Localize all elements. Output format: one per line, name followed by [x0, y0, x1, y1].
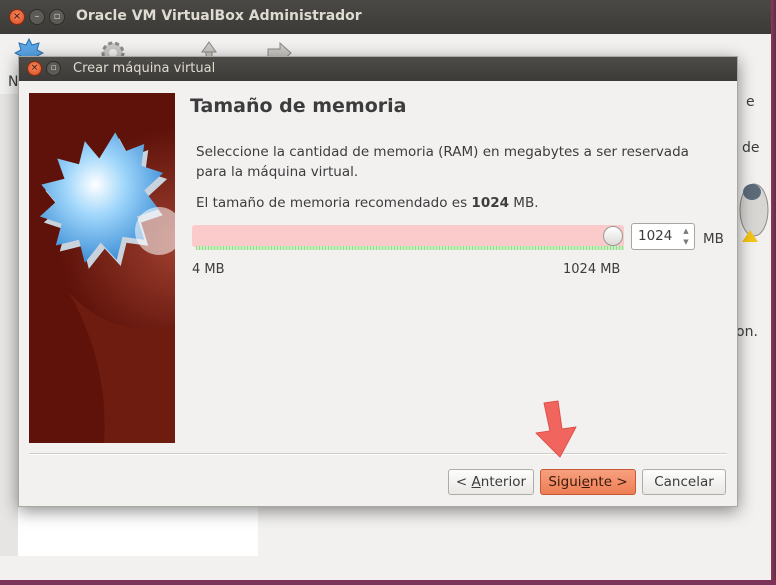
dialog-titlebar[interactable]: × ▫ Crear máquina virtual — [19, 57, 737, 81]
memory-slider-recommended-range — [196, 246, 624, 250]
close-icon[interactable]: × — [27, 61, 42, 76]
next-button[interactable]: Siguiente > — [540, 469, 636, 495]
recommended-prefix: El tamaño de memoria recomendado es — [196, 195, 472, 211]
back-rest: nterior — [480, 474, 527, 490]
memory-spinbox[interactable]: ▲ ▼ — [631, 223, 695, 250]
wizard-illustration — [29, 93, 175, 443]
slider-max-label: 1024 MB — [563, 262, 621, 277]
back-button[interactable]: < Anterior — [448, 469, 534, 495]
toolbar-peek-letter: N — [8, 74, 19, 90]
memory-slider[interactable] — [192, 225, 624, 247]
desktop-edge-right — [771, 0, 776, 585]
desktop-edge-bottom — [0, 580, 776, 585]
back-prefix: < — [455, 474, 472, 490]
main-window-titlebar: × – ▫ Oracle VM VirtualBox Administrador — [0, 0, 776, 35]
next-prefix: Sigui — [548, 474, 582, 490]
dialog-title: Crear máquina virtual — [73, 61, 216, 76]
cancel-button[interactable]: Cancelar — [642, 469, 726, 495]
vm-list-shade — [0, 94, 18, 556]
slider-min-label: 4 MB — [192, 262, 225, 277]
main-close-icon[interactable]: × — [9, 9, 25, 25]
memory-slider-handle[interactable] — [603, 226, 623, 246]
memory-description: Seleccione la cantidad de memoria (RAM) … — [196, 144, 689, 180]
spin-down-icon[interactable]: ▼ — [680, 236, 692, 248]
button-separator — [29, 453, 727, 455]
create-vm-dialog: × ▫ Crear máquina virtual Tamaño de memo… — [18, 56, 738, 507]
details-peek-1: e — [746, 94, 755, 110]
recommended-memory-text: El tamaño de memoria recomendado es 1024… — [196, 195, 539, 211]
details-peek-2: de — [742, 140, 760, 156]
next-mnemonic: e — [581, 474, 590, 490]
recommended-suffix: MB. — [509, 195, 539, 211]
recommended-value: 1024 — [471, 195, 509, 211]
back-mnemonic: A — [471, 474, 481, 490]
main-minimize-icon[interactable]: – — [29, 9, 45, 25]
minimize-icon[interactable]: ▫ — [46, 61, 61, 76]
next-rest: nte > — [589, 474, 628, 490]
main-window-title: Oracle VM VirtualBox Administrador — [76, 8, 362, 24]
details-peek-3: on. — [736, 324, 758, 340]
memory-unit-label: MB — [703, 231, 724, 247]
main-maximize-icon[interactable]: ▫ — [49, 9, 65, 25]
pointer-arrow-icon — [535, 400, 577, 458]
page-title: Tamaño de memoria — [190, 95, 407, 117]
memory-value-input[interactable] — [638, 228, 678, 244]
